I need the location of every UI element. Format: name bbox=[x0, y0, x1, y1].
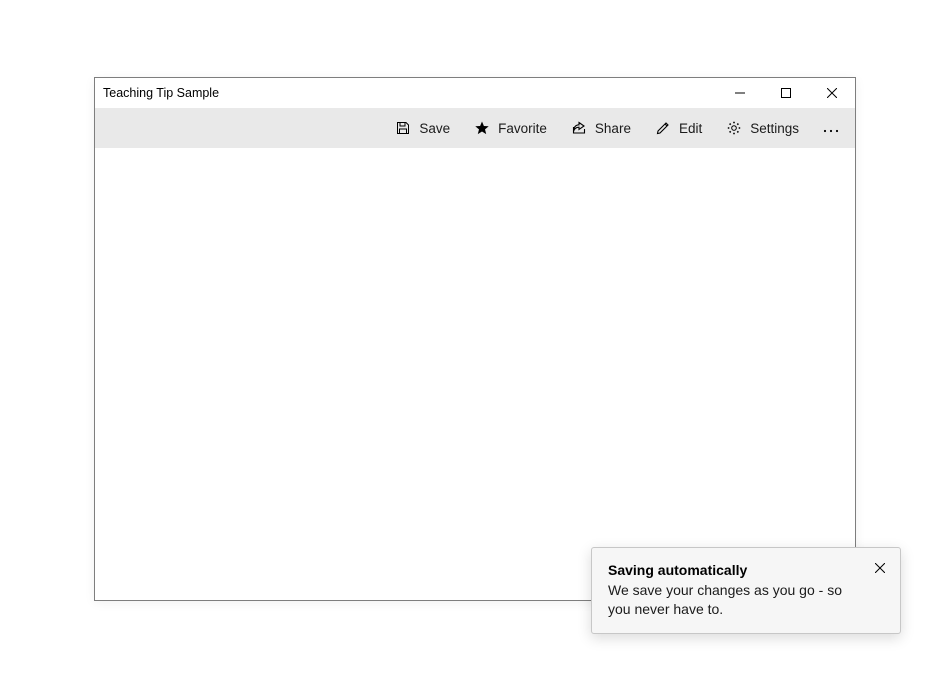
maximize-button[interactable] bbox=[763, 78, 809, 108]
settings-label: Settings bbox=[750, 121, 799, 136]
close-icon bbox=[875, 560, 885, 576]
settings-button[interactable]: Settings bbox=[714, 108, 811, 148]
edit-button[interactable]: Edit bbox=[643, 108, 714, 148]
maximize-icon bbox=[781, 88, 791, 98]
teaching-tip-close-button[interactable] bbox=[870, 558, 890, 578]
command-bar: Save Favorite Share bbox=[95, 108, 855, 148]
share-icon bbox=[571, 120, 587, 136]
minimize-icon bbox=[735, 88, 745, 98]
star-icon bbox=[474, 120, 490, 136]
edit-label: Edit bbox=[679, 121, 702, 136]
save-icon bbox=[395, 120, 411, 136]
overflow-button[interactable] bbox=[811, 108, 851, 148]
window-controls bbox=[717, 78, 855, 108]
share-button[interactable]: Share bbox=[559, 108, 643, 148]
teaching-tip-title: Saving automatically bbox=[608, 562, 864, 578]
edit-icon bbox=[655, 120, 671, 136]
teaching-tip-body: We save your changes as you go - so you … bbox=[608, 581, 864, 619]
window-title: Teaching Tip Sample bbox=[103, 86, 219, 100]
save-label: Save bbox=[419, 121, 450, 136]
save-button[interactable]: Save bbox=[383, 108, 462, 148]
gear-icon bbox=[726, 120, 742, 136]
share-label: Share bbox=[595, 121, 631, 136]
favorite-label: Favorite bbox=[498, 121, 547, 136]
more-icon bbox=[823, 120, 839, 136]
content-area bbox=[95, 148, 855, 600]
favorite-button[interactable]: Favorite bbox=[462, 108, 559, 148]
close-icon bbox=[827, 88, 837, 98]
minimize-button[interactable] bbox=[717, 78, 763, 108]
titlebar: Teaching Tip Sample bbox=[95, 78, 855, 108]
teaching-tip: Saving automatically We save your change… bbox=[591, 547, 901, 634]
application-window: Teaching Tip Sample bbox=[94, 77, 856, 601]
close-button[interactable] bbox=[809, 78, 855, 108]
